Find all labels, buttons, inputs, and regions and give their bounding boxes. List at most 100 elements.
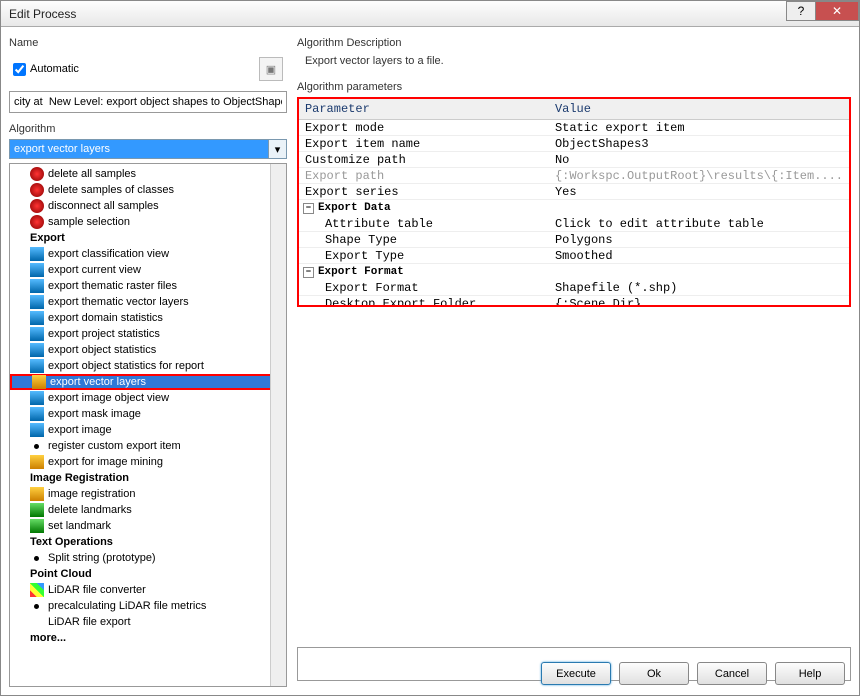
algorithm-combo-input[interactable] xyxy=(9,139,269,159)
param-name: Customize path xyxy=(299,153,549,167)
tree-item-label: sample selection xyxy=(48,216,130,228)
ic-red-icon xyxy=(30,183,44,197)
tree-item-label: export mask image xyxy=(48,408,141,420)
tree-item-label: disconnect all samples xyxy=(48,200,159,212)
tree-item[interactable]: export domain statistics xyxy=(10,310,286,326)
ic-red-icon xyxy=(30,199,44,213)
param-group[interactable]: − Export Data xyxy=(299,200,849,216)
param-value[interactable]: Shapefile (*.shp) xyxy=(549,281,849,295)
tree-item-label: export current view xyxy=(48,264,141,276)
tree-item[interactable]: export object statistics for report xyxy=(10,358,286,374)
param-row[interactable]: Attribute tableClick to edit attribute t… xyxy=(299,216,849,232)
param-row[interactable]: Export FormatShapefile (*.shp) xyxy=(299,280,849,296)
tree-item[interactable]: export object statistics xyxy=(10,342,286,358)
collapse-icon[interactable]: − xyxy=(303,267,314,278)
properties-icon[interactable]: ▣ xyxy=(259,57,283,81)
button-bar: Execute Ok Cancel Help xyxy=(541,662,845,685)
param-name: Shape Type xyxy=(299,233,549,247)
tree-item[interactable]: export vector layers xyxy=(10,374,286,390)
param-value[interactable]: {:Scene.Dir} xyxy=(549,297,849,308)
tree-group[interactable]: Point Cloud xyxy=(10,566,286,582)
tree-group[interactable]: more... xyxy=(10,630,286,646)
param-group-label: Export Format xyxy=(318,266,404,278)
param-name: Export series xyxy=(299,185,549,199)
tree-item[interactable]: export image object view xyxy=(10,390,286,406)
param-row[interactable]: Desktop Export Folder{:Scene.Dir} xyxy=(299,296,849,307)
header-parameter: Parameter xyxy=(299,99,549,119)
close-icon[interactable]: ✕ xyxy=(815,1,859,21)
automatic-checkbox[interactable]: Automatic xyxy=(13,63,79,76)
param-value[interactable]: Static export item xyxy=(549,121,849,135)
tree-item[interactable]: register custom export item xyxy=(10,438,286,454)
tree-group[interactable]: Text Operations xyxy=(10,534,286,550)
param-row[interactable]: Export TypeSmoothed xyxy=(299,248,849,264)
tree-item[interactable]: delete samples of classes xyxy=(10,182,286,198)
tree-item[interactable]: export classification view xyxy=(10,246,286,262)
tree-item[interactable]: LiDAR file export xyxy=(10,614,286,630)
tree-item[interactable]: export image xyxy=(10,422,286,438)
param-value[interactable]: Smoothed xyxy=(549,249,849,263)
tree-item[interactable]: Split string (prototype) xyxy=(10,550,286,566)
tree-group[interactable]: Image Registration xyxy=(10,470,286,486)
param-row[interactable]: Customize pathNo xyxy=(299,152,849,168)
tree-item[interactable]: set landmark xyxy=(10,518,286,534)
tree-item[interactable]: export thematic vector layers xyxy=(10,294,286,310)
execute-button[interactable]: Execute xyxy=(541,662,611,685)
ic-red-icon xyxy=(30,167,44,181)
tree-item[interactable]: delete all samples xyxy=(10,166,286,182)
param-value[interactable]: ObjectShapes3 xyxy=(549,137,849,151)
tree-group[interactable]: Export xyxy=(10,230,286,246)
param-name: Desktop Export Folder xyxy=(299,297,549,308)
algorithm-combo[interactable]: ▾ xyxy=(9,139,287,159)
param-name: Attribute table xyxy=(299,217,549,231)
param-name: Export Type xyxy=(299,249,549,263)
tree-item[interactable]: export thematic raster files xyxy=(10,278,286,294)
left-panel: Name Automatic ▣ Algorithm ▾ de xyxy=(9,35,287,687)
param-row[interactable]: Export path{:Workspc.OutputRoot}\results… xyxy=(299,168,849,184)
tree-item[interactable]: disconnect all samples xyxy=(10,198,286,214)
tree-item[interactable]: export mask image xyxy=(10,406,286,422)
param-row[interactable]: Export item nameObjectShapes3 xyxy=(299,136,849,152)
param-value[interactable]: Yes xyxy=(549,185,849,199)
name-label: Name xyxy=(9,37,287,49)
tree-item[interactable]: export for image mining xyxy=(10,454,286,470)
tree-item-label: export vector layers xyxy=(50,376,146,388)
tree-item-label: delete all samples xyxy=(48,168,136,180)
parameters-grid[interactable]: Parameter Value Export modeStatic export… xyxy=(297,97,851,307)
ic-yel-icon xyxy=(30,455,44,469)
tree-item[interactable]: LiDAR file converter xyxy=(10,582,286,598)
scrollbar[interactable] xyxy=(270,164,286,686)
ok-button[interactable]: Ok xyxy=(619,662,689,685)
help-icon[interactable]: ? xyxy=(786,1,816,21)
ic-grn-icon xyxy=(30,503,44,517)
param-value[interactable]: Polygons xyxy=(549,233,849,247)
tree-item[interactable]: delete landmarks xyxy=(10,502,286,518)
param-row[interactable]: Export seriesYes xyxy=(299,184,849,200)
collapse-icon[interactable]: − xyxy=(303,203,314,214)
param-value[interactable]: {:Workspc.OutputRoot}\results\{:Item.... xyxy=(549,169,849,183)
tree-item[interactable]: export current view xyxy=(10,262,286,278)
ic-blue-icon xyxy=(30,359,44,373)
param-name: Export path xyxy=(299,169,549,183)
process-name-input[interactable] xyxy=(9,91,287,113)
tree-item[interactable]: sample selection xyxy=(10,214,286,230)
param-group[interactable]: − Export Format xyxy=(299,264,849,280)
algorithm-tree[interactable]: delete all samples delete samples of clas… xyxy=(9,163,287,687)
param-row[interactable]: Export modeStatic export item xyxy=(299,120,849,136)
help-button[interactable]: Help xyxy=(775,662,845,685)
automatic-check-input[interactable] xyxy=(13,63,26,76)
param-value[interactable]: Click to edit attribute table xyxy=(549,217,849,231)
tree-item-label: export domain statistics xyxy=(48,312,163,324)
cancel-button[interactable]: Cancel xyxy=(697,662,767,685)
tree-item-label: delete samples of classes xyxy=(48,184,174,196)
window-title: Edit Process xyxy=(9,7,76,21)
tree-item[interactable]: export project statistics xyxy=(10,326,286,342)
param-value[interactable]: No xyxy=(549,153,849,167)
param-row[interactable]: Shape TypePolygons xyxy=(299,232,849,248)
param-name: Export Format xyxy=(299,281,549,295)
tree-item[interactable]: image registration xyxy=(10,486,286,502)
tree-item[interactable]: precalculating LiDAR file metrics xyxy=(10,598,286,614)
dropdown-button[interactable]: ▾ xyxy=(269,139,287,159)
ic-yel-icon xyxy=(30,487,44,501)
tree-item-label: export thematic raster files xyxy=(48,280,177,292)
